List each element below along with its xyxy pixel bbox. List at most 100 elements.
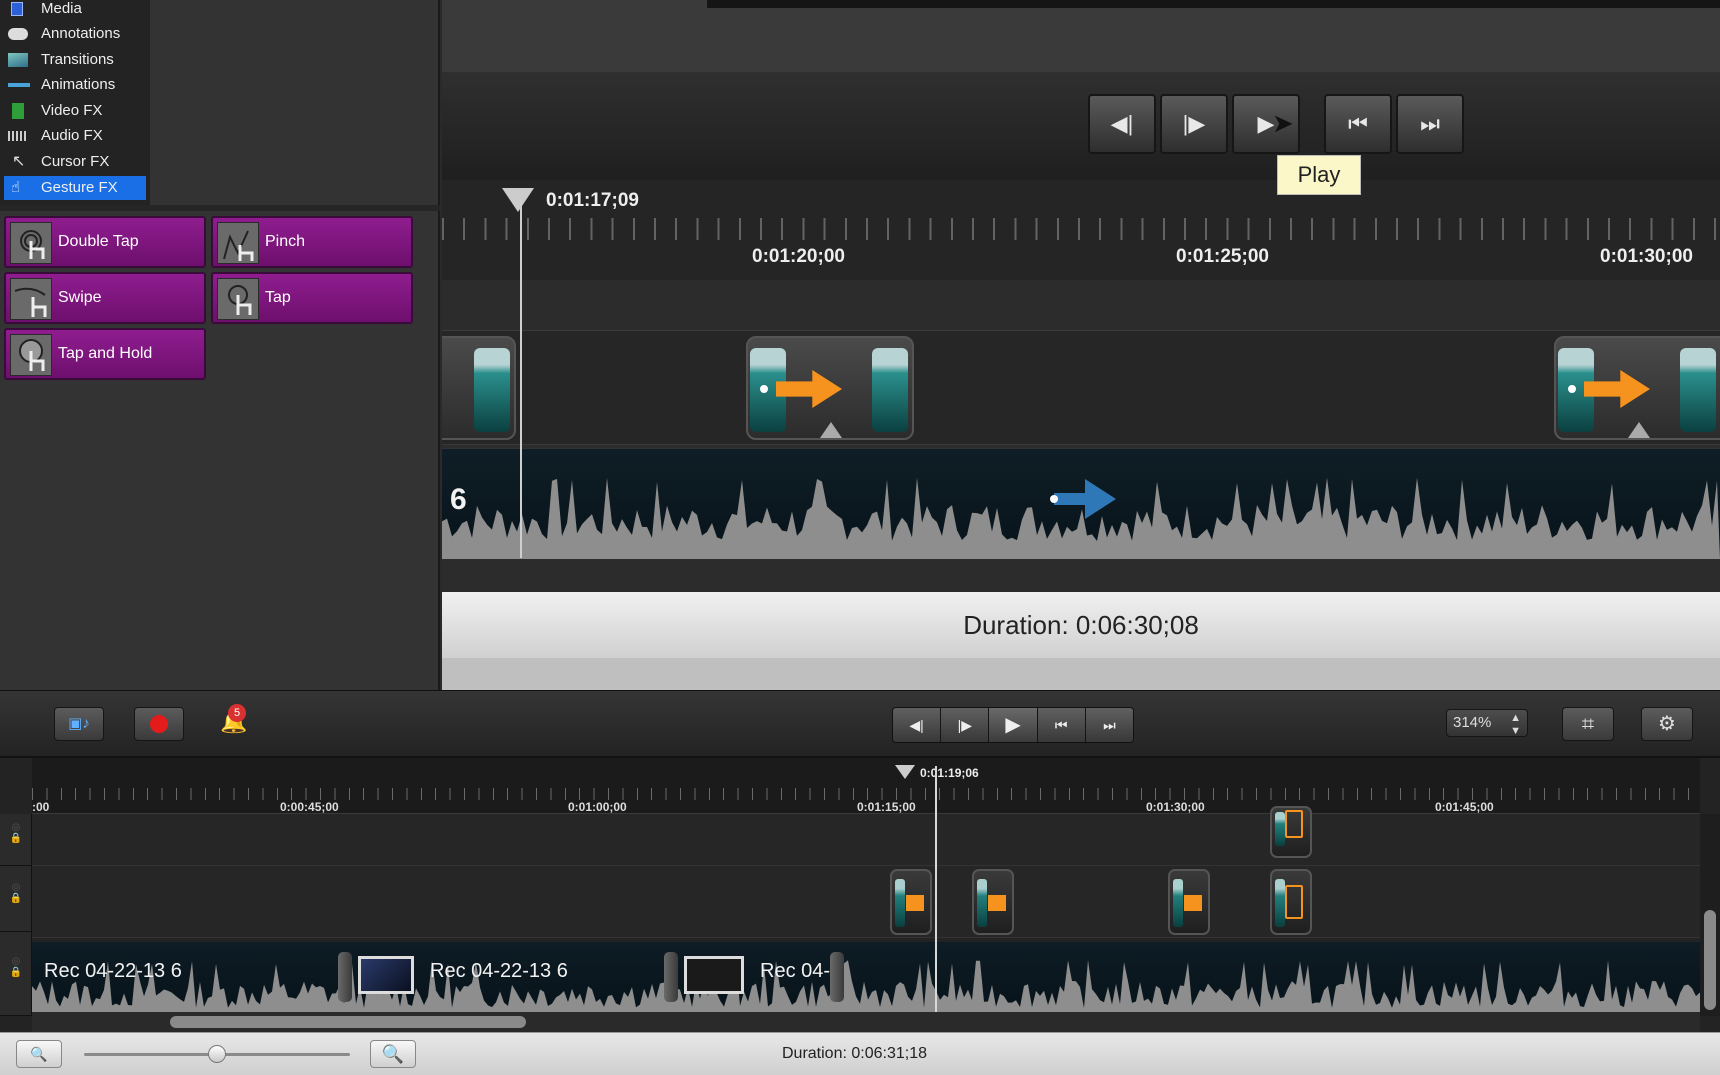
zoomed-footer	[442, 658, 1720, 690]
zoomed-rewind-button[interactable]: ⏮	[1324, 94, 1392, 154]
playhead-line	[935, 766, 937, 1012]
vertical-scrollbar[interactable]	[1700, 814, 1720, 1016]
timeline-zoom-slider-knob[interactable]	[208, 1045, 226, 1063]
track-header[interactable]: ◎ 🔒	[0, 866, 32, 932]
clip-separator[interactable]	[664, 952, 678, 1002]
clip-separator[interactable]	[830, 952, 844, 1002]
clip-marker-icon	[820, 422, 842, 438]
ruler-time-label: 0:01:00;00	[568, 800, 627, 814]
step-forward-button[interactable]: |▶	[941, 708, 990, 742]
category-animations[interactable]: Animations	[0, 73, 148, 97]
tap-icon	[217, 278, 259, 320]
callout-clip[interactable]	[1270, 869, 1312, 935]
zoom-out-button[interactable]: 🔍	[16, 1040, 62, 1068]
gesture-pinch[interactable]: Pinch	[211, 216, 413, 268]
status-bar: 🔍 🔍 Duration: 0:06:31;18	[0, 1032, 1720, 1075]
library-icon: ▣♪	[68, 715, 90, 732]
gear-icon: ⚙	[1658, 713, 1676, 735]
playhead-time: 0:01:19;06	[920, 766, 979, 780]
ruler-time-label: 0:01:15;00	[857, 800, 916, 814]
stepper-arrows-icon: ▲ ▼	[1510, 712, 1521, 737]
horizontal-scrollbar[interactable]	[32, 1012, 1700, 1032]
library-button[interactable]: ▣♪	[54, 707, 104, 741]
clip-cap	[895, 879, 905, 927]
timeline-ruler[interactable]: :00 0:00:45;00 0:01:00;00 0:01:15;00 0:0…	[32, 758, 1700, 814]
transition-clip[interactable]	[1168, 869, 1210, 935]
crop-icon: ⌗	[1581, 711, 1595, 736]
category-annotations[interactable]: Annotations	[0, 22, 148, 46]
canvas-area	[442, 0, 1720, 72]
tap-and-hold-icon	[10, 334, 52, 376]
animations-icon	[8, 83, 30, 87]
zoomed-step-back-button[interactable]: ◀|	[1088, 94, 1156, 154]
clip-thumbnail	[684, 956, 744, 994]
ruler-time-label: 0:01:25;00	[1176, 246, 1269, 267]
waveform-shape	[442, 477, 1720, 559]
transition-icon	[906, 895, 924, 911]
zoom-level-select[interactable]: 314% ▲ ▼	[1446, 709, 1528, 737]
gesture-tap-and-hold[interactable]: Tap and Hold	[4, 328, 206, 380]
clip-separator[interactable]	[338, 952, 352, 1002]
zoom-in-button[interactable]: 🔍	[370, 1040, 416, 1068]
category-media[interactable]: Media	[0, 0, 148, 21]
ruler-time-label: 0:01:30;00	[1146, 800, 1205, 814]
settings-button[interactable]: ⚙	[1641, 707, 1693, 741]
horizontal-scroll-thumb[interactable]	[170, 1016, 526, 1028]
transition-clip[interactable]	[746, 336, 914, 440]
media-icon	[11, 2, 23, 16]
playhead-icon[interactable]	[895, 765, 915, 779]
play-button[interactable]: ▶	[989, 708, 1038, 742]
category-audio-fx[interactable]: Audio FX	[0, 124, 148, 148]
rewind-button[interactable]: ⏮	[1037, 708, 1086, 742]
transition-clip[interactable]	[1554, 336, 1720, 440]
gesture-tap[interactable]: Tap	[211, 272, 413, 324]
rewind-icon: ⏮	[1348, 111, 1368, 136]
swipe-icon	[10, 278, 52, 320]
magnifier-large-icon: 🔍	[381, 1044, 405, 1064]
step-back-button[interactable]: ◀|	[893, 708, 942, 742]
magnifier-small-icon: 🔍	[30, 1046, 48, 1062]
zoomed-effects-track	[442, 330, 1720, 445]
category-video-fx[interactable]: Video FX	[0, 99, 148, 123]
transition-clip[interactable]	[890, 869, 932, 935]
zoomed-transport-bar: ◀| |▶ ▶ ⏮ ⏭ ➤	[442, 72, 1720, 180]
eye-icon: ◎	[11, 956, 21, 967]
zoomed-audio-track[interactable]: 6	[442, 448, 1720, 559]
track-header[interactable]: ◎ 🔒	[0, 932, 32, 1016]
fast-forward-icon: ⏭	[1420, 111, 1440, 136]
zoomed-time-ruler[interactable]: 0:01:17;09 0:01:20;00 0:01:25;00 0:01:30…	[442, 180, 1720, 280]
record-icon	[150, 715, 168, 734]
gesture-swipe[interactable]: Swipe	[4, 272, 206, 324]
category-cursor-fx[interactable]: ↖ Cursor FX	[0, 150, 148, 174]
media-clip-label: Rec 04-22-13 6	[44, 960, 182, 982]
vertical-scroll-thumb[interactable]	[1704, 910, 1716, 1010]
waveform-shape	[32, 960, 1700, 1012]
timeline-track-1[interactable]: Rec 04-22-13 6 Rec 04-22-13 6 Rec 04-:	[32, 942, 1700, 1012]
category-transitions[interactable]: Transitions	[0, 48, 148, 72]
keyframe-dot	[1050, 495, 1058, 503]
step-forward-icon: |▶	[1182, 111, 1206, 136]
fast-forward-button[interactable]: ⏭	[1085, 708, 1133, 742]
transition-clip[interactable]	[442, 336, 516, 440]
zoomed-fast-forward-button[interactable]: ⏭	[1396, 94, 1464, 154]
ruler-ticks	[442, 218, 1720, 240]
crop-button[interactable]: ⌗	[1562, 707, 1614, 741]
callout-clip[interactable]	[1270, 806, 1312, 858]
zoomed-step-forward-button[interactable]: |▶	[1160, 94, 1228, 154]
media-clip-label: Rec 04-22-13 6	[430, 960, 568, 982]
category-gesture-fx[interactable]: ☝ Gesture FX	[4, 176, 146, 200]
track-header[interactable]: ◎ 🔒	[0, 814, 32, 866]
clip-marker-icon	[1628, 422, 1650, 438]
cursor-fx-icon: ↖	[12, 153, 26, 170]
zoomed-playhead-icon[interactable]	[502, 188, 534, 212]
step-back-icon: ◀|	[1110, 111, 1134, 136]
step-back-icon: ◀|	[909, 717, 924, 733]
double-tap-icon	[10, 222, 52, 264]
record-button[interactable]	[134, 707, 184, 741]
step-forward-icon: |▶	[957, 717, 972, 733]
transition-clip[interactable]	[972, 869, 1014, 935]
ruler-time-label: 0:01:30;00	[1600, 246, 1693, 267]
gesture-double-tap[interactable]: Double Tap	[4, 216, 206, 268]
pinch-icon	[217, 222, 259, 264]
play-icon: ▶	[1005, 714, 1021, 736]
